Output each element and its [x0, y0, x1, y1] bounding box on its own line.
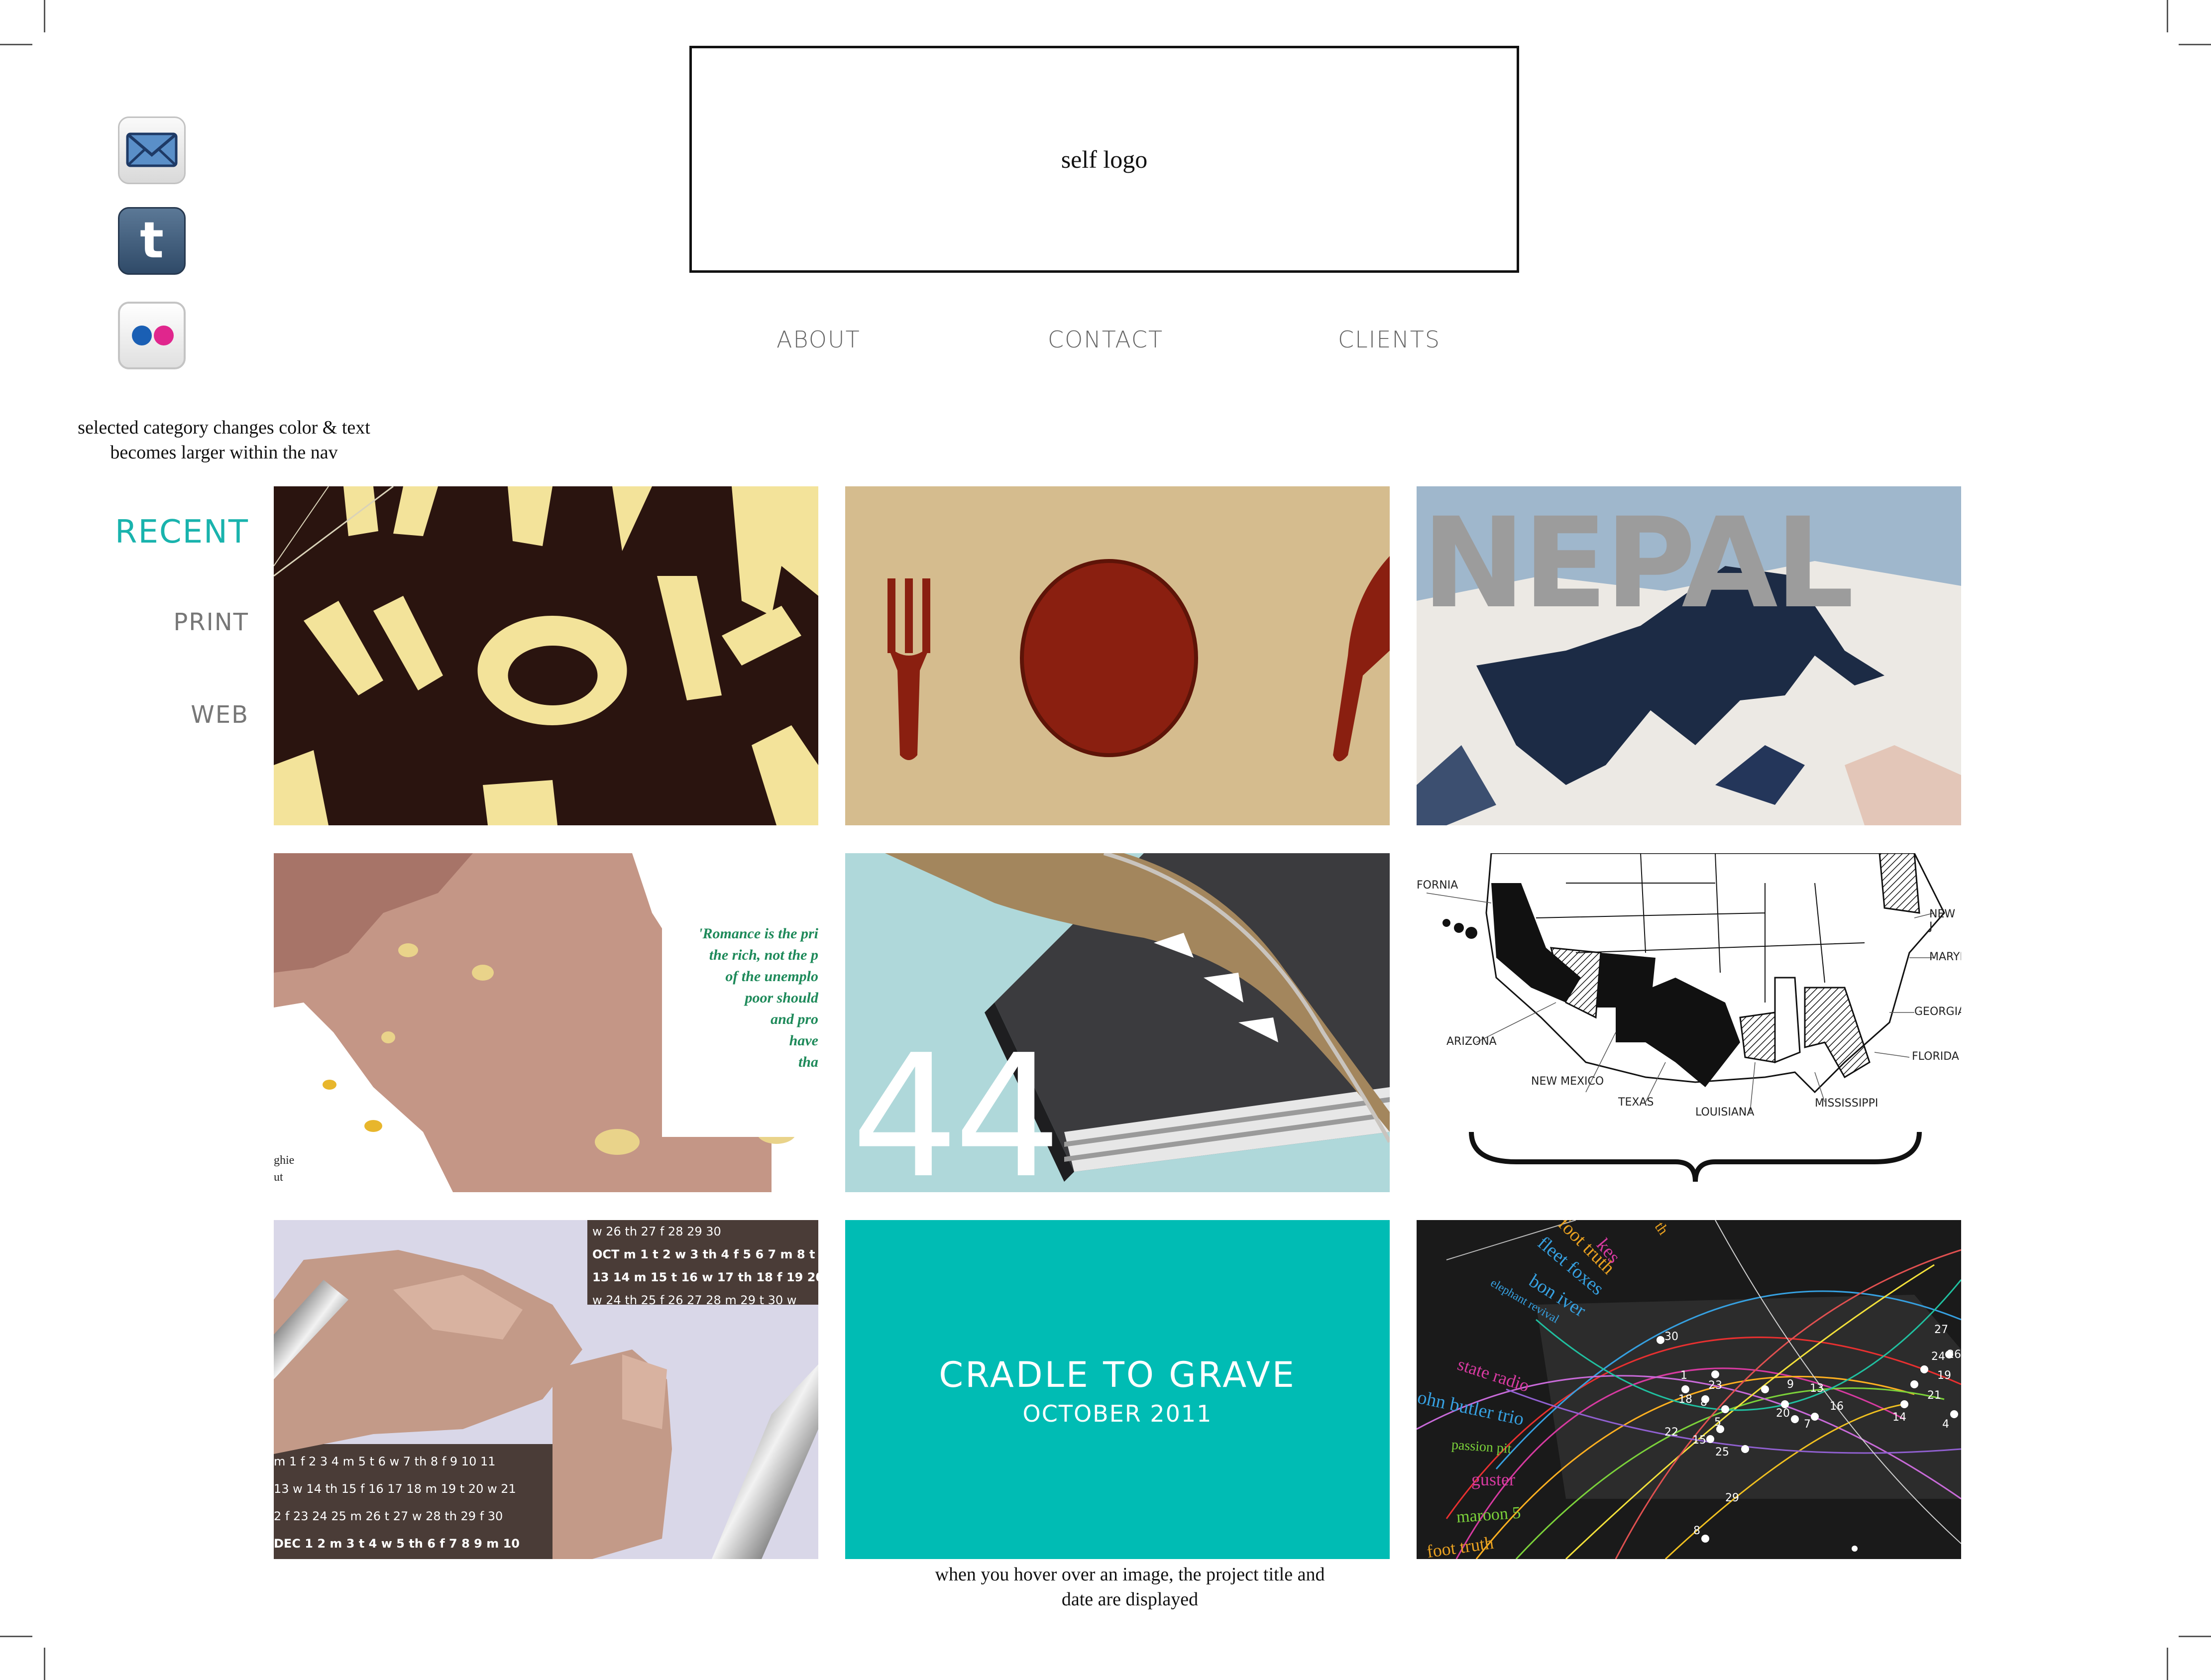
quote-line: and pro [771, 1011, 818, 1027]
node-number: 13 [1810, 1382, 1824, 1395]
quote-line: of the unemplo [725, 968, 818, 985]
crop-mark [44, 1648, 45, 1680]
project-tile-romance[interactable]: 'Romance is the pri the rich, not the p … [274, 853, 818, 1192]
project-tile-cradle-to-grave[interactable]: CRADLE TO GRAVE OCTOBER 2011 [845, 1220, 1390, 1559]
quote-line: 'Romance is the pri [698, 925, 818, 942]
note-line: becomes larger within the nav [110, 442, 338, 463]
category-print[interactable]: PRINT [173, 608, 249, 636]
project-tile-typography[interactable] [274, 486, 818, 825]
node-number: 21 [1927, 1389, 1941, 1402]
state-label: TEXAS [1618, 1096, 1654, 1109]
quote-line: the rich, not the p [709, 947, 818, 963]
hover-annotation: when you hover over an image, the projec… [845, 1562, 1415, 1612]
calendar-line: 2 f 23 24 25 m 26 t 27 w 28 th 29 f 30 [274, 1509, 503, 1523]
node-number: 30 [1664, 1331, 1678, 1343]
node-number: 22 [1664, 1426, 1678, 1439]
node-number: 4 [1942, 1418, 1949, 1431]
mail-icon [126, 132, 178, 167]
calendar-top: w 26 th 27 f 28 29 30 OCT m 1 t 2 w 3 th… [592, 1220, 818, 1312]
project-tile-dining[interactable] [845, 486, 1390, 825]
node-number: 27 [1934, 1324, 1948, 1336]
tile-image [274, 486, 818, 825]
state-label: MISSISSIPPI [1815, 1097, 1879, 1110]
state-label: GEORGIA [1914, 1006, 1961, 1018]
quote-line: tha [798, 1054, 818, 1070]
project-tile-book[interactable]: 44 [845, 853, 1390, 1192]
category-web[interactable]: WEB [191, 701, 249, 729]
nav-clients[interactable]: CLIENTS [1338, 326, 1440, 353]
state-label: ARIZONA [1446, 1035, 1497, 1048]
logo-placeholder[interactable]: self logo [689, 46, 1519, 273]
calendar-bottom: m 1 f 2 3 4 m 5 t 6 w 7 th 8 f 9 10 11 1… [274, 1448, 582, 1558]
project-tile-nepal[interactable]: NEPAL [1417, 486, 1961, 825]
node-number: 18 [1678, 1393, 1692, 1406]
node-number: 8 [1693, 1525, 1700, 1537]
calendar-line: 13 14 m 15 t 16 w 17 th 18 f 19 20 [592, 1270, 818, 1284]
crop-mark [2167, 0, 2168, 32]
node-number: 20 [1776, 1407, 1790, 1420]
quote-attribution: ghie ut [274, 1152, 294, 1186]
node-number: 26 [1947, 1348, 1961, 1361]
state-label: MARYL [1929, 951, 1961, 963]
node-number: 9 [1787, 1378, 1794, 1391]
quote-line: poor should [745, 990, 818, 1006]
project-tile-bands[interactable]: foot truth fleet foxes bon iver elephant… [1417, 1220, 1961, 1559]
crop-mark [0, 1636, 32, 1637]
email-button[interactable] [118, 116, 186, 184]
state-label: NEW MEXICO [1531, 1075, 1604, 1088]
tile-image [845, 486, 1390, 825]
node-number: 19 [1937, 1369, 1951, 1382]
category-annotation: selected category changes color & text b… [50, 415, 398, 465]
node-number: 8 [1700, 1396, 1707, 1409]
category-recent[interactable]: RECENT [115, 514, 249, 551]
node-number: 24 [1931, 1350, 1945, 1363]
note-line: when you hover over an image, the projec… [935, 1564, 1325, 1585]
logo-text: self logo [1061, 145, 1148, 173]
calendar-line: 13 w 14 th 15 f 16 17 18 m 19 t 20 w 21 [274, 1482, 516, 1496]
tumblr-button[interactable]: t [118, 207, 186, 275]
crop-mark [44, 0, 45, 32]
project-title: CRADLE TO GRAVE [939, 1354, 1296, 1395]
node-number: 29 [1725, 1492, 1739, 1504]
node-number: 14 [1892, 1411, 1906, 1424]
project-tile-calendar[interactable]: w 26 th 27 f 28 29 30 OCT m 1 t 2 w 3 th… [274, 1220, 818, 1559]
note-line: selected category changes color & text [78, 417, 370, 438]
crop-mark [2179, 44, 2211, 45]
attribution-line: ghie [274, 1154, 295, 1167]
nepal-text: NEPAL [1422, 491, 1854, 636]
node-number: 16 [1830, 1400, 1844, 1413]
calendar-line: OCT m 1 t 2 w 3 th 4 f 5 6 7 m 8 t [592, 1247, 815, 1261]
crop-mark [2167, 1648, 2168, 1680]
state-label: FLORIDA [1912, 1050, 1959, 1063]
flickr-icon [132, 326, 174, 345]
quote-text: 'Romance is the pri the rich, not the p … [669, 923, 818, 1073]
state-label: NEW J [1929, 908, 1956, 933]
node-number: 25 [1715, 1446, 1729, 1458]
node-number: 7 [1804, 1418, 1811, 1431]
calendar-line: DEC 1 2 m 3 t 4 w 5 th 6 f 7 8 9 m 10 [274, 1537, 520, 1551]
state-label: LOUISIANA [1695, 1106, 1755, 1119]
project-date: OCTOBER 2011 [1022, 1400, 1213, 1427]
band-label: guster [1471, 1469, 1515, 1489]
nav-about[interactable]: ABOUT [776, 326, 861, 353]
nav-contact[interactable]: CONTACT [1048, 326, 1163, 353]
crop-mark [0, 44, 32, 45]
crop-mark [2179, 1636, 2211, 1637]
node-number: 1 [1680, 1369, 1687, 1382]
tile-image [1417, 853, 1961, 1192]
calendar-line: w 24 th 25 f 26 27 28 m 29 t 30 w [592, 1293, 797, 1307]
quote-line: have [789, 1032, 818, 1049]
tumblr-icon: t [140, 211, 164, 269]
attribution-line: ut [274, 1171, 283, 1184]
note-line: date are displayed [1061, 1589, 1199, 1610]
calendar-line: w 26 th 27 f 28 29 30 [592, 1225, 721, 1238]
node-number: 23 [1708, 1379, 1722, 1392]
project-tile-map[interactable]: FORNIA NEW J MARYL GEORGIA FLORIDA ARIZO… [1417, 853, 1961, 1192]
node-number: 5 [1714, 1416, 1721, 1429]
state-label: FORNIA [1417, 879, 1458, 892]
flickr-button[interactable] [118, 302, 186, 369]
number-44: 44 [851, 1018, 1062, 1192]
calendar-line: m 1 f 2 3 4 m 5 t 6 w 7 th 8 f 9 10 11 [274, 1455, 496, 1468]
node-number: 15 [1692, 1434, 1706, 1447]
